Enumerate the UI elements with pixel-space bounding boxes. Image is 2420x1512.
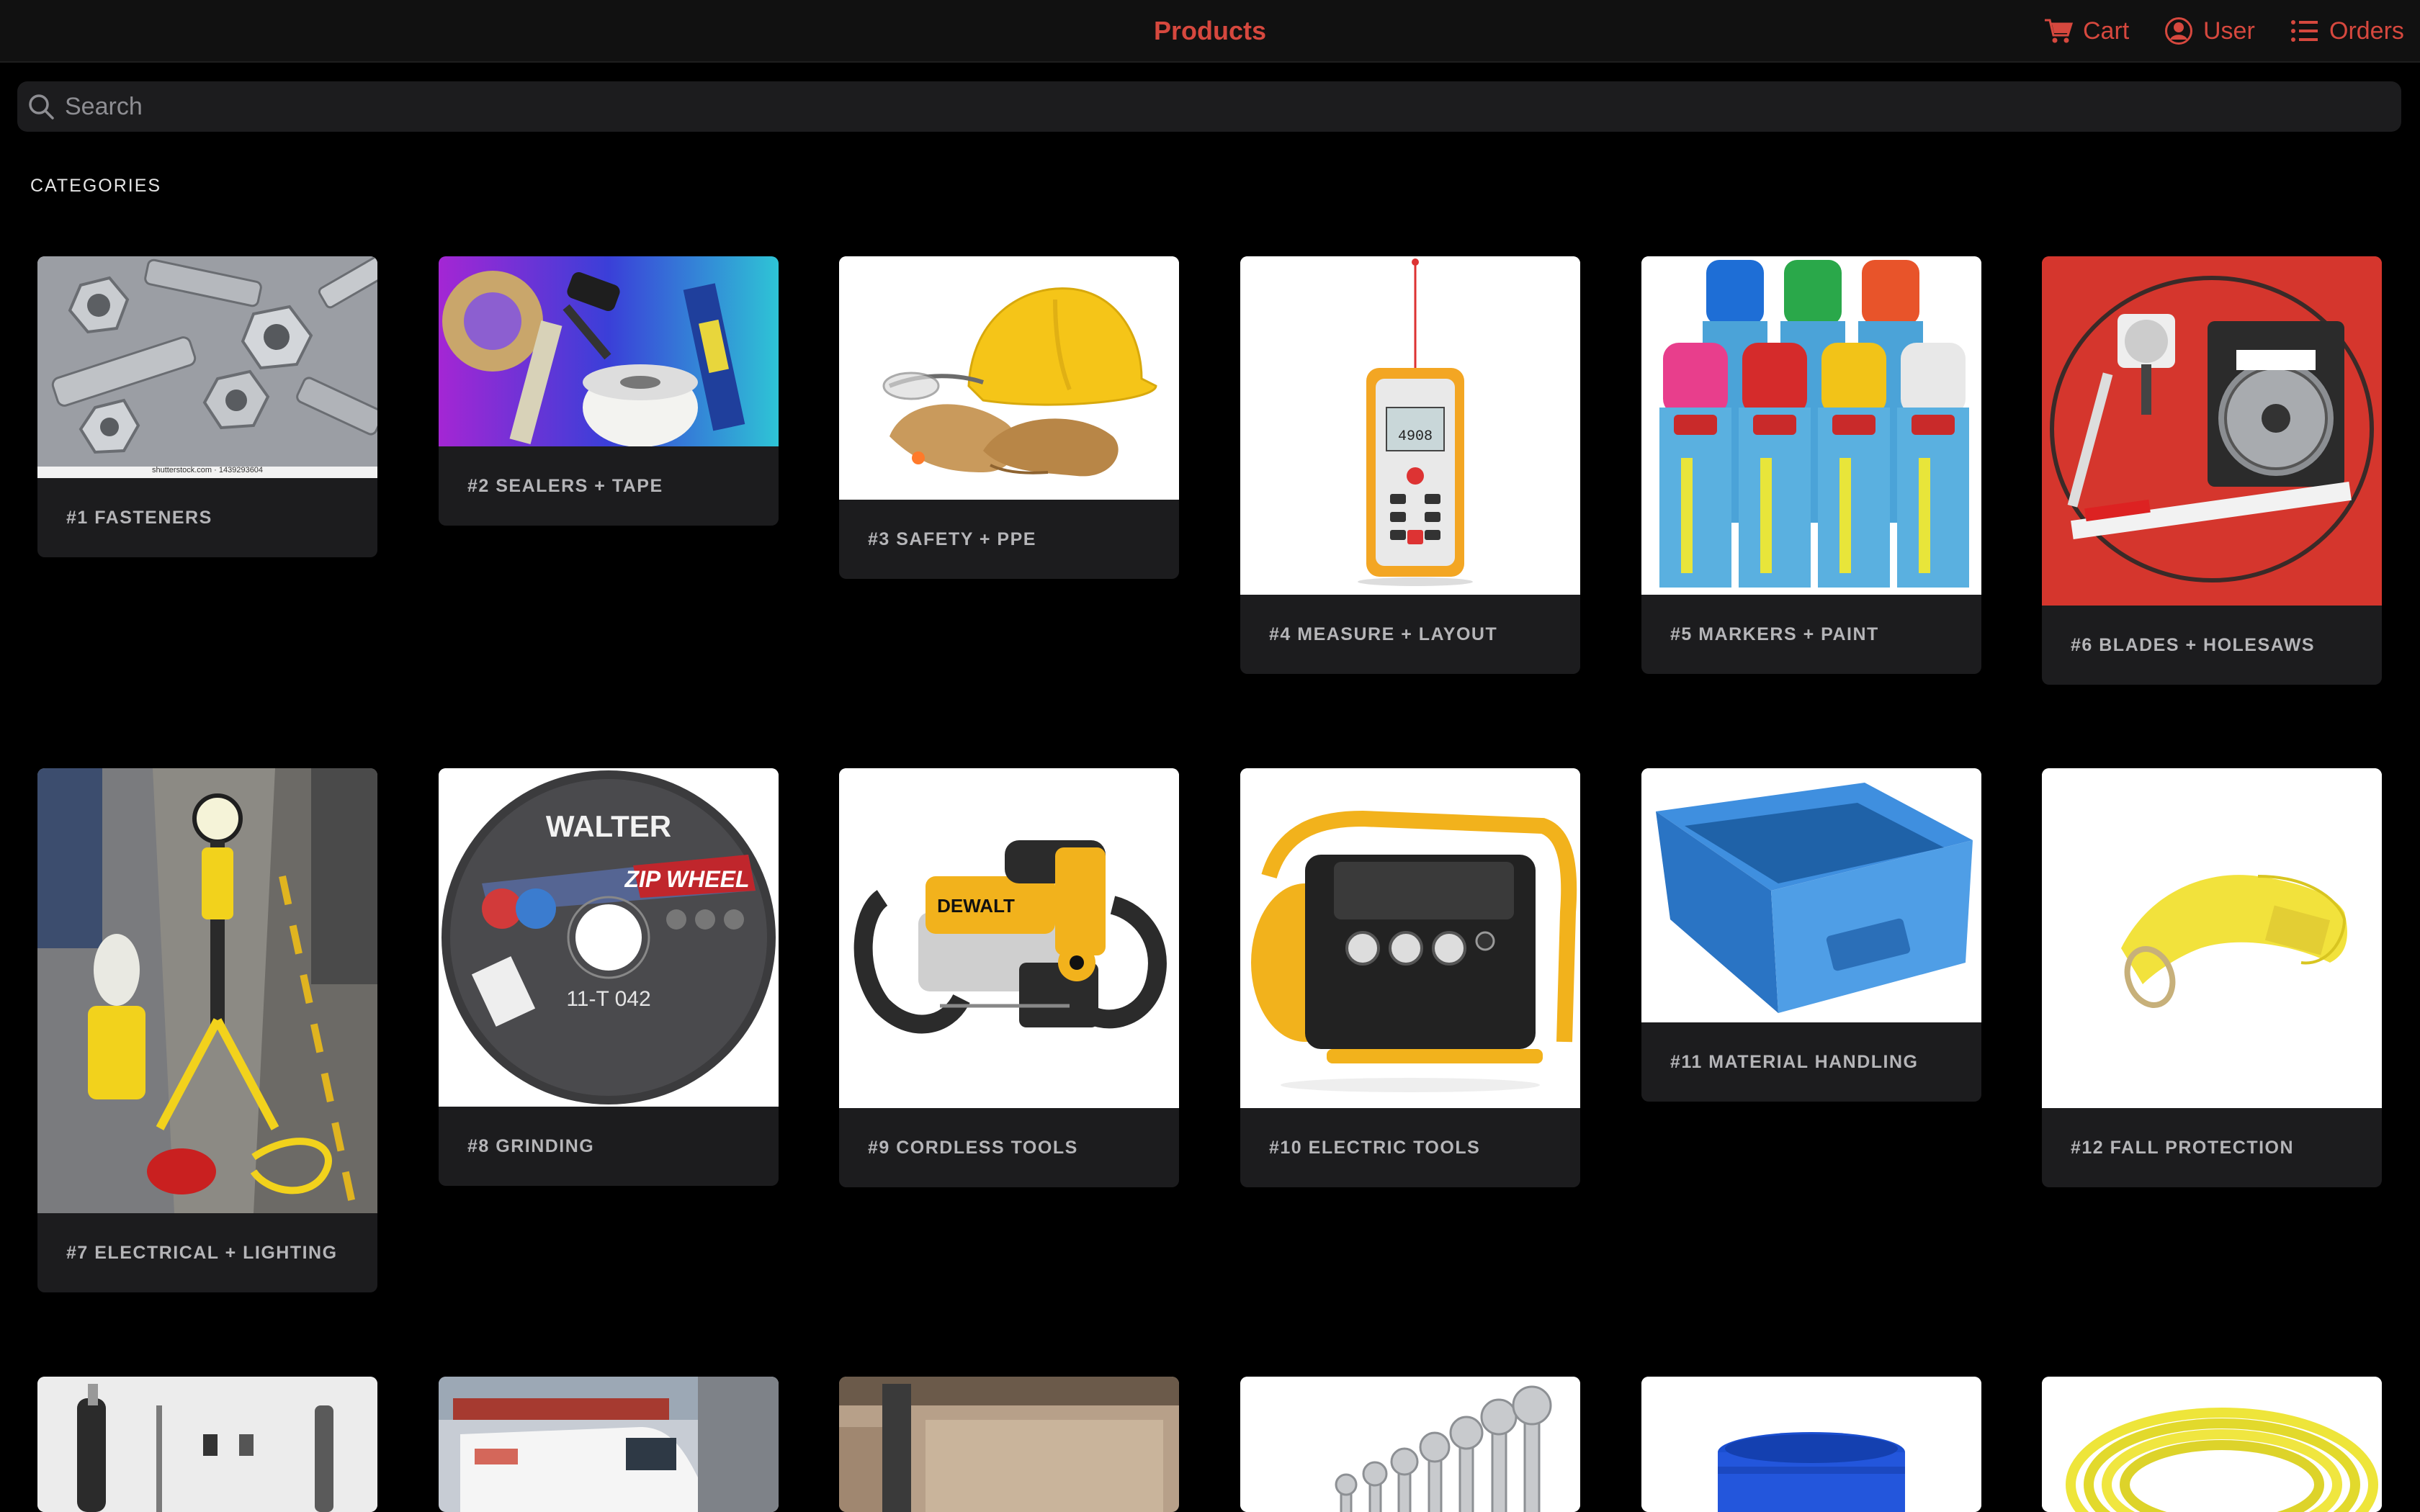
category-label: #9 CORDLESS TOOLS [868, 1137, 1078, 1158]
category-label: #8 GRINDING [467, 1135, 595, 1156]
category-card-sealers-tape[interactable]: #2 SEALERS + TAPE [439, 256, 779, 526]
van-image [439, 1377, 779, 1512]
category-label: #10 ELECTRIC TOOLS [1269, 1137, 1481, 1158]
category-label: #1 FASTENERS [66, 507, 212, 528]
category-label: #7 ELECTRICAL + LIGHTING [66, 1242, 338, 1263]
user-button[interactable]: User [2164, 14, 2255, 48]
category-card[interactable] [37, 1377, 377, 1512]
cart-icon [2045, 19, 2073, 43]
category-label: #11 MATERIAL HANDLING [1670, 1051, 1919, 1072]
category-card-fasteners[interactable]: shutterstock.com · 1439293604 #1 FASTENE… [37, 256, 377, 557]
grinding-wheel-image: WALTER ZIP WHEEL 11-T 042 [439, 768, 779, 1107]
list-icon [2291, 20, 2318, 42]
search-icon [27, 93, 55, 120]
work-light-image [37, 768, 377, 1213]
safety-ppe-image [839, 256, 1179, 500]
cart-label: Cart [2083, 17, 2130, 45]
fasteners-image: shutterstock.com · 1439293604 [37, 256, 377, 478]
category-card-markers-paint[interactable]: #5 MARKERS + PAINT [1641, 256, 1981, 674]
anchor-strap-image [2042, 768, 2382, 1108]
wheel-brand: WALTER [546, 809, 671, 843]
category-label: #3 SAFETY + PPE [868, 528, 1036, 549]
category-card-electrical-lighting[interactable]: #7 ELECTRICAL + LIGHTING [37, 768, 377, 1292]
category-card-material-handling[interactable]: #11 MATERIAL HANDLING [1641, 768, 1981, 1102]
rack-image [839, 1377, 1179, 1512]
wheel-model: 11-T 042 [566, 987, 650, 1011]
categories-heading: CATEGORIES [30, 176, 162, 196]
hose-image [2042, 1377, 2382, 1512]
category-card-electric-tools[interactable]: #10 ELECTRIC TOOLS [1240, 768, 1580, 1187]
category-card-grinding[interactable]: WALTER ZIP WHEEL 11-T 042 #8 GRINDING [439, 768, 779, 1186]
search-bar[interactable] [17, 81, 2401, 132]
category-card-measure-layout[interactable]: 4908 #4 MEASURE + LAYOUT [1240, 256, 1580, 674]
bin-image [1641, 768, 1981, 1022]
top-nav-bar: Products Cart User Orders [0, 0, 2420, 63]
laser-measure-image: 4908 [1240, 256, 1580, 595]
category-card-fall-protection[interactable]: #12 FALL PROTECTION [2042, 768, 2382, 1187]
category-card[interactable] [439, 1377, 779, 1512]
measure-display: 4908 [1398, 428, 1433, 445]
category-label: #4 MEASURE + LAYOUT [1269, 624, 1498, 644]
category-card-cordless-tools[interactable]: DEWALT #9 CORDLESS TOOLS [839, 768, 1179, 1187]
band-saw-image: DEWALT [839, 768, 1179, 1108]
screwdriver-image [37, 1377, 377, 1512]
category-card[interactable] [839, 1377, 1179, 1512]
category-label: #2 SEALERS + TAPE [467, 475, 663, 496]
category-card-safety-ppe[interactable]: #3 SAFETY + PPE [839, 256, 1179, 579]
category-card[interactable] [2042, 1377, 2382, 1512]
category-card[interactable] [1240, 1377, 1580, 1512]
blades-image [2042, 256, 2382, 606]
user-icon [2165, 17, 2192, 45]
category-label: #6 BLADES + HOLESAWS [2071, 634, 2316, 655]
compressor-image [1240, 768, 1580, 1108]
search-input[interactable] [65, 92, 2370, 121]
wrenches-image [1240, 1377, 1580, 1512]
cart-button[interactable]: Cart [2044, 14, 2129, 48]
category-card[interactable] [1641, 1377, 1981, 1512]
tool-brand: DEWALT [937, 895, 1015, 917]
category-label: #12 FALL PROTECTION [2071, 1137, 2295, 1158]
orders-button[interactable]: Orders [2290, 14, 2404, 48]
orders-label: Orders [2329, 17, 2404, 45]
user-label: User [2203, 17, 2255, 45]
bucket-image [1641, 1377, 1981, 1512]
wheel-subtitle: ZIP WHEEL [624, 866, 749, 892]
category-label: #5 MARKERS + PAINT [1670, 624, 1879, 644]
category-card-blades-holesaws[interactable]: #6 BLADES + HOLESAWS [2042, 256, 2382, 685]
spray-paint-image [1641, 256, 1981, 595]
image-watermark: shutterstock.com · 1439293604 [151, 466, 264, 474]
sealers-tape-image [439, 256, 779, 446]
